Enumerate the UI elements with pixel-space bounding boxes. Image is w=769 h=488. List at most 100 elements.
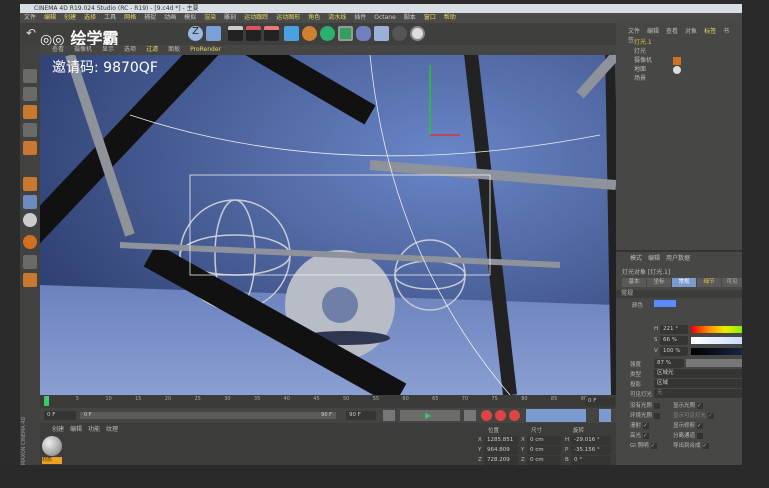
record-icon[interactable] [481,410,492,421]
coord-rot-field[interactable]: 0 ° [571,456,611,465]
menu-item[interactable]: 雕刻 [224,14,236,21]
timeline-ruler[interactable]: 0 5 10 15 20 25 30 35 40 45 50 55 60 65 70 75 80 85 90 0 F [40,395,616,408]
menu-item[interactable]: 编辑 [44,14,56,21]
coord-size-field[interactable]: 0 cm [527,456,561,465]
attr-menu-item[interactable]: 模式 [630,255,642,262]
camera-icon[interactable] [392,26,407,41]
value-field[interactable]: 100 % [660,347,688,356]
om-menu-item[interactable]: 标签 [704,28,716,35]
mat-menu-item[interactable]: 纹理 [106,426,118,433]
tweak-icon[interactable] [23,195,37,209]
axis-z-icon[interactable]: Z [188,26,203,41]
render-picture-viewer-icon[interactable] [246,26,261,41]
attr-menu-item[interactable]: 用户数据 [666,255,690,262]
material-name[interactable]: 材质 [42,457,62,464]
pen-icon[interactable] [302,26,317,41]
menu-item[interactable]: 文件 [24,14,36,21]
checkbox-gi[interactable]: GI 照明 ✓ [630,441,657,449]
om-menu-item[interactable]: 文件 [628,28,640,35]
play-icon[interactable]: ▶ [425,410,431,421]
object-row[interactable]: 摄像机 [620,57,680,65]
cloner-icon[interactable] [338,26,353,41]
menu-item[interactable]: 渲染 [204,14,216,21]
value-slider[interactable] [691,348,742,355]
checkbox-export-compositing[interactable]: 导出到合成 ✓ [673,441,709,449]
menu-item[interactable]: 帮助 [444,14,456,21]
menu-item[interactable]: 选择 [84,14,96,21]
checkbox-show-illumination[interactable]: 显示光照 ✓ [673,401,704,409]
om-menu-item[interactable]: 编辑 [647,28,659,35]
menu-item[interactable]: 工具 [104,14,116,21]
lock-workplane-icon[interactable] [23,273,37,287]
intensity-field[interactable]: 87 % [654,359,684,368]
start-frame-field[interactable]: 0 F [44,411,76,420]
menu-item[interactable]: 运动图形 [276,14,300,21]
menu-item[interactable]: 模拟 [184,14,196,21]
current-frame-field[interactable]: 0 F [585,397,615,406]
material-tag-icon[interactable] [673,66,681,74]
cube-icon[interactable] [284,26,299,41]
playback-controls[interactable]: ▶ [400,410,460,421]
key-type-toggles[interactable] [526,409,586,422]
saturation-slider[interactable] [691,337,742,344]
menu-item[interactable]: Octane [374,14,396,21]
checkbox-specular[interactable]: 高光 ✓ [630,431,650,439]
coord-pos-field[interactable]: 728.209 cm [484,456,518,472]
autokey-icon[interactable] [495,410,506,421]
edges-mode-icon[interactable] [23,123,37,137]
go-to-end-button[interactable] [464,410,476,421]
menu-item[interactable]: 创建 [64,14,76,21]
model-mode-icon[interactable] [23,69,37,83]
menu-item[interactable]: 捕捉 [144,14,156,21]
range-slider[interactable]: 0 F 90 F [80,412,336,419]
menu-item[interactable]: 流水线 [328,14,346,21]
axis-mode-icon[interactable] [23,177,37,191]
object-row[interactable]: 灯光.1 [620,39,680,47]
mat-menu-item[interactable]: 编辑 [70,426,82,433]
intensity-slider[interactable] [686,359,742,367]
menu-item[interactable]: 动画 [164,14,176,21]
floor-icon[interactable] [374,26,389,41]
coord-size-field[interactable]: 0 cm [527,436,561,445]
go-to-start-button[interactable] [383,410,395,421]
points-mode-icon[interactable] [23,105,37,119]
coord-size-field[interactable]: 0 cm [527,446,561,455]
saturation-field[interactable]: 66 % [660,336,688,345]
checkbox-separate-pass[interactable]: 分离通道 [673,431,704,439]
viewport-menu-item[interactable]: 显示 [102,46,114,53]
viewport-menu-item[interactable]: 过滤 [146,46,158,53]
render-view-icon[interactable] [228,26,243,41]
coord-pos-field[interactable]: 1285.851 cm [484,436,518,452]
sculpt-icon[interactable] [23,235,37,249]
type-dropdown[interactable]: 区域光 [654,369,742,378]
subdivision-icon[interactable] [320,26,335,41]
keyframe-selection-icon[interactable] [509,410,520,421]
checkbox-ambient[interactable]: 环境光照 [630,411,661,419]
mat-menu-item[interactable]: 功能 [88,426,100,433]
attr-tab[interactable]: 基本 [622,278,646,287]
checkbox-no-illumination[interactable]: 没有光照 [630,401,661,409]
workplane-icon[interactable] [23,255,37,269]
texture-mode-icon[interactable] [23,87,37,101]
menu-item[interactable]: 角色 [308,14,320,21]
light-icon[interactable] [410,26,425,41]
hue-slider[interactable] [691,326,742,333]
coord-rot-field[interactable]: -35.156 ° [571,446,611,455]
color-swatch[interactable] [654,300,676,307]
checkbox-show-clipping[interactable]: 显示修剪 ✓ [673,421,704,429]
timeline-window-icon[interactable] [599,409,611,422]
3d-viewport[interactable] [40,55,616,395]
visible-light-dropdown[interactable]: 无 [654,389,742,398]
object-row[interactable]: 地面 [620,66,680,74]
camera-tag-icon[interactable] [673,57,681,65]
viewport-menu-item[interactable]: 查看 [52,46,64,53]
coord-rot-field[interactable]: -29.016 ° [571,436,611,445]
world-coords-icon[interactable] [206,26,221,41]
om-menu-item[interactable]: 对象 [685,28,697,35]
coord-pos-field[interactable]: 964.809 cm [484,446,518,462]
attr-tab[interactable]: 坐标 [647,278,671,287]
undo-icon[interactable]: ↶ [26,26,41,41]
hue-field[interactable]: 221 ° [660,325,688,334]
checkbox-diffuse[interactable]: 漫射 ✓ [630,421,650,429]
object-row[interactable]: 灯光 [620,48,680,56]
